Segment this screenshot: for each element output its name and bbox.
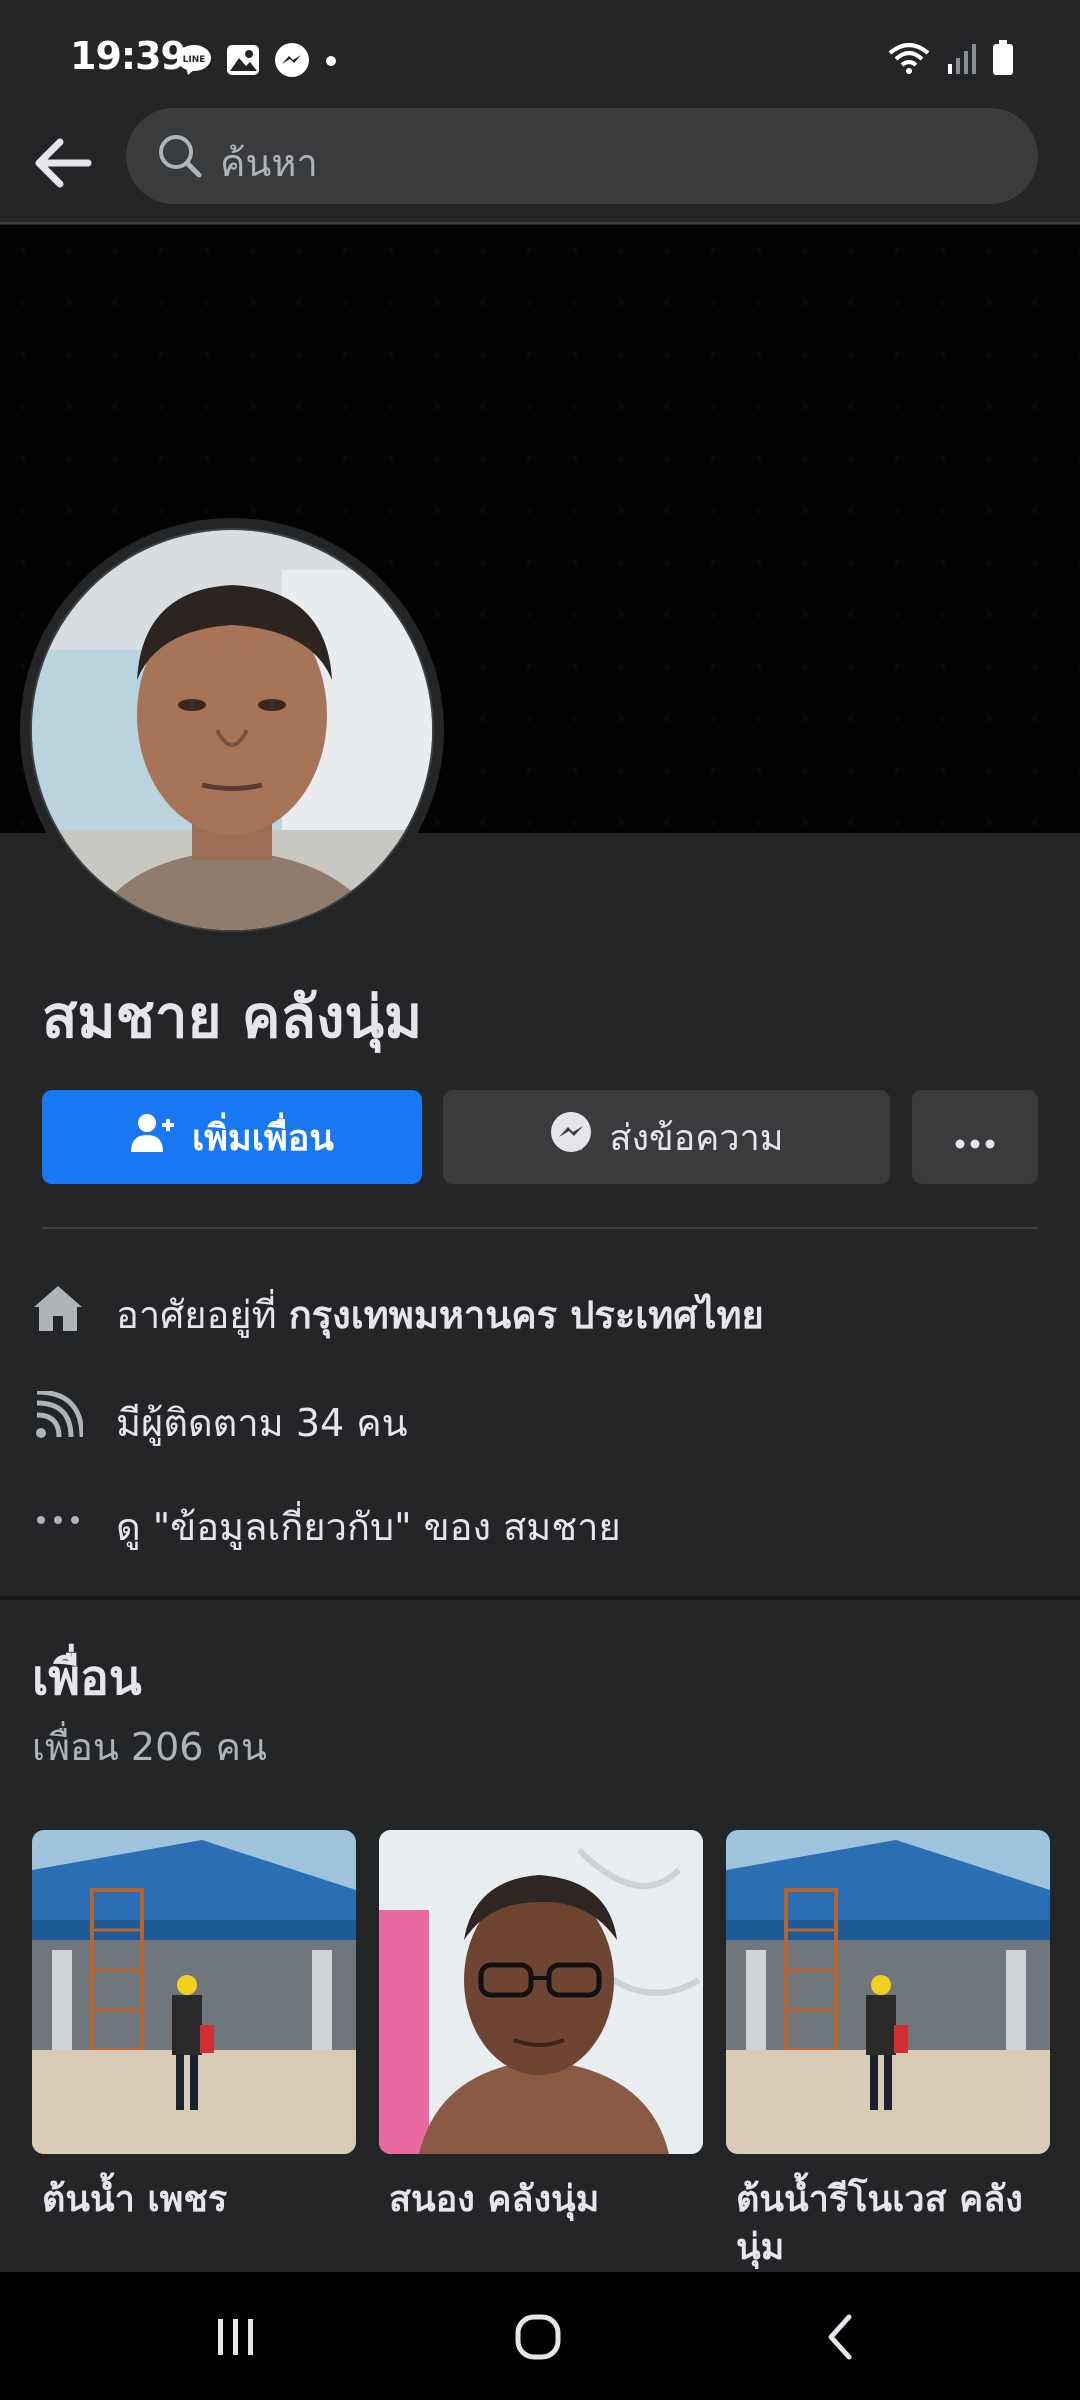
section-separator	[0, 1596, 1080, 1600]
recent-apps-icon	[218, 2319, 253, 2355]
dot-icon	[324, 53, 338, 72]
more-options-button[interactable]	[912, 1090, 1038, 1184]
message-button[interactable]: ส่งข้อความ	[443, 1090, 890, 1184]
search-header: ค้นหา	[0, 100, 1080, 224]
svg-text:LINE: LINE	[183, 55, 206, 65]
detail-followers: มีผู้ติดตาม 34 คน	[0, 1380, 1080, 1450]
system-nav-bar	[0, 2272, 1080, 2400]
lives-place: กรุงเทพมหานคร ประเทศไทย	[288, 1293, 764, 1337]
add-friend-button[interactable]: เพิ่มเพื่อน	[42, 1090, 422, 1184]
profile-picture[interactable]	[20, 518, 444, 942]
notification-icons: LINE	[176, 42, 338, 82]
friend-card[interactable]: สนอง คลังนุ่ม	[379, 1830, 703, 2224]
profile-name: สมชาย คลังนุ่ม	[42, 983, 423, 1051]
battery-icon	[992, 40, 1014, 80]
wifi-icon	[888, 41, 930, 79]
friend-name: สนอง คลังนุ่ม	[389, 2179, 600, 2220]
home-nav-icon	[515, 2314, 561, 2360]
ellipsis-icon	[30, 1492, 86, 1548]
chevron-left-icon	[828, 2314, 852, 2360]
status-time: 19:39	[70, 34, 187, 78]
friend-photo	[32, 1830, 356, 2154]
add-friend-icon	[130, 1113, 176, 1162]
more-icon	[955, 1117, 995, 1158]
avatar	[30, 528, 434, 932]
back-button[interactable]	[28, 128, 98, 198]
recent-apps-button[interactable]	[196, 2302, 276, 2372]
home-icon	[30, 1280, 86, 1336]
home-button[interactable]	[498, 2302, 578, 2372]
lives-prefix: อาศัยอยู่ที่	[116, 1293, 289, 1337]
messenger-icon	[549, 1111, 593, 1164]
signal-icon	[946, 42, 976, 78]
detail-about-link[interactable]: ดู "ข้อมูลเกี่ยวกับ" ของ สมชาย	[0, 1484, 1080, 1554]
divider	[42, 1227, 1038, 1229]
friend-card[interactable]: ต้นน้ำ เพชร	[32, 1830, 356, 2224]
friend-photo	[379, 1830, 703, 2154]
messenger-icon	[274, 42, 310, 82]
rss-icon	[30, 1388, 86, 1444]
detail-lives-in: อาศัยอยู่ที่ กรุงเทพมหานคร ประเทศไทย	[0, 1272, 1080, 1342]
followers-text: มีผู้ติดตาม 34 คน	[116, 1401, 408, 1445]
search-input[interactable]: ค้นหา	[126, 108, 1038, 204]
friend-name: ต้นน้ำ เพชร	[42, 2179, 228, 2220]
status-bar: 19:39 LINE	[0, 0, 1080, 100]
search-icon	[156, 132, 204, 184]
line-icon: LINE	[176, 44, 212, 80]
friend-name: ต้นน้ำรีโนเวส คลังนุ่ม	[736, 2179, 1023, 2268]
friends-title[interactable]: เพื่อน	[32, 1640, 142, 1716]
friend-photo	[726, 1830, 1050, 2154]
gallery-icon	[226, 44, 260, 80]
message-label: ส่งข้อความ	[609, 1117, 784, 1159]
system-icons	[888, 40, 1014, 80]
friend-card[interactable]: ต้นน้ำรีโนเวส คลังนุ่ม	[726, 1830, 1050, 2272]
add-friend-label: เพิ่มเพื่อน	[191, 1117, 335, 1159]
about-text: ดู "ข้อมูลเกี่ยวกับ" ของ สมชาย	[116, 1505, 621, 1549]
profile-screen: 19:39 LINE ค้นหา สมชาย คลังนุ่ม เพิ่มเพื…	[0, 0, 1080, 2400]
friends-count: เพื่อน 206 คน	[32, 1725, 267, 1769]
back-arrow-icon	[35, 138, 92, 188]
search-placeholder: ค้นหา	[220, 141, 318, 185]
back-nav-button[interactable]	[800, 2302, 880, 2372]
